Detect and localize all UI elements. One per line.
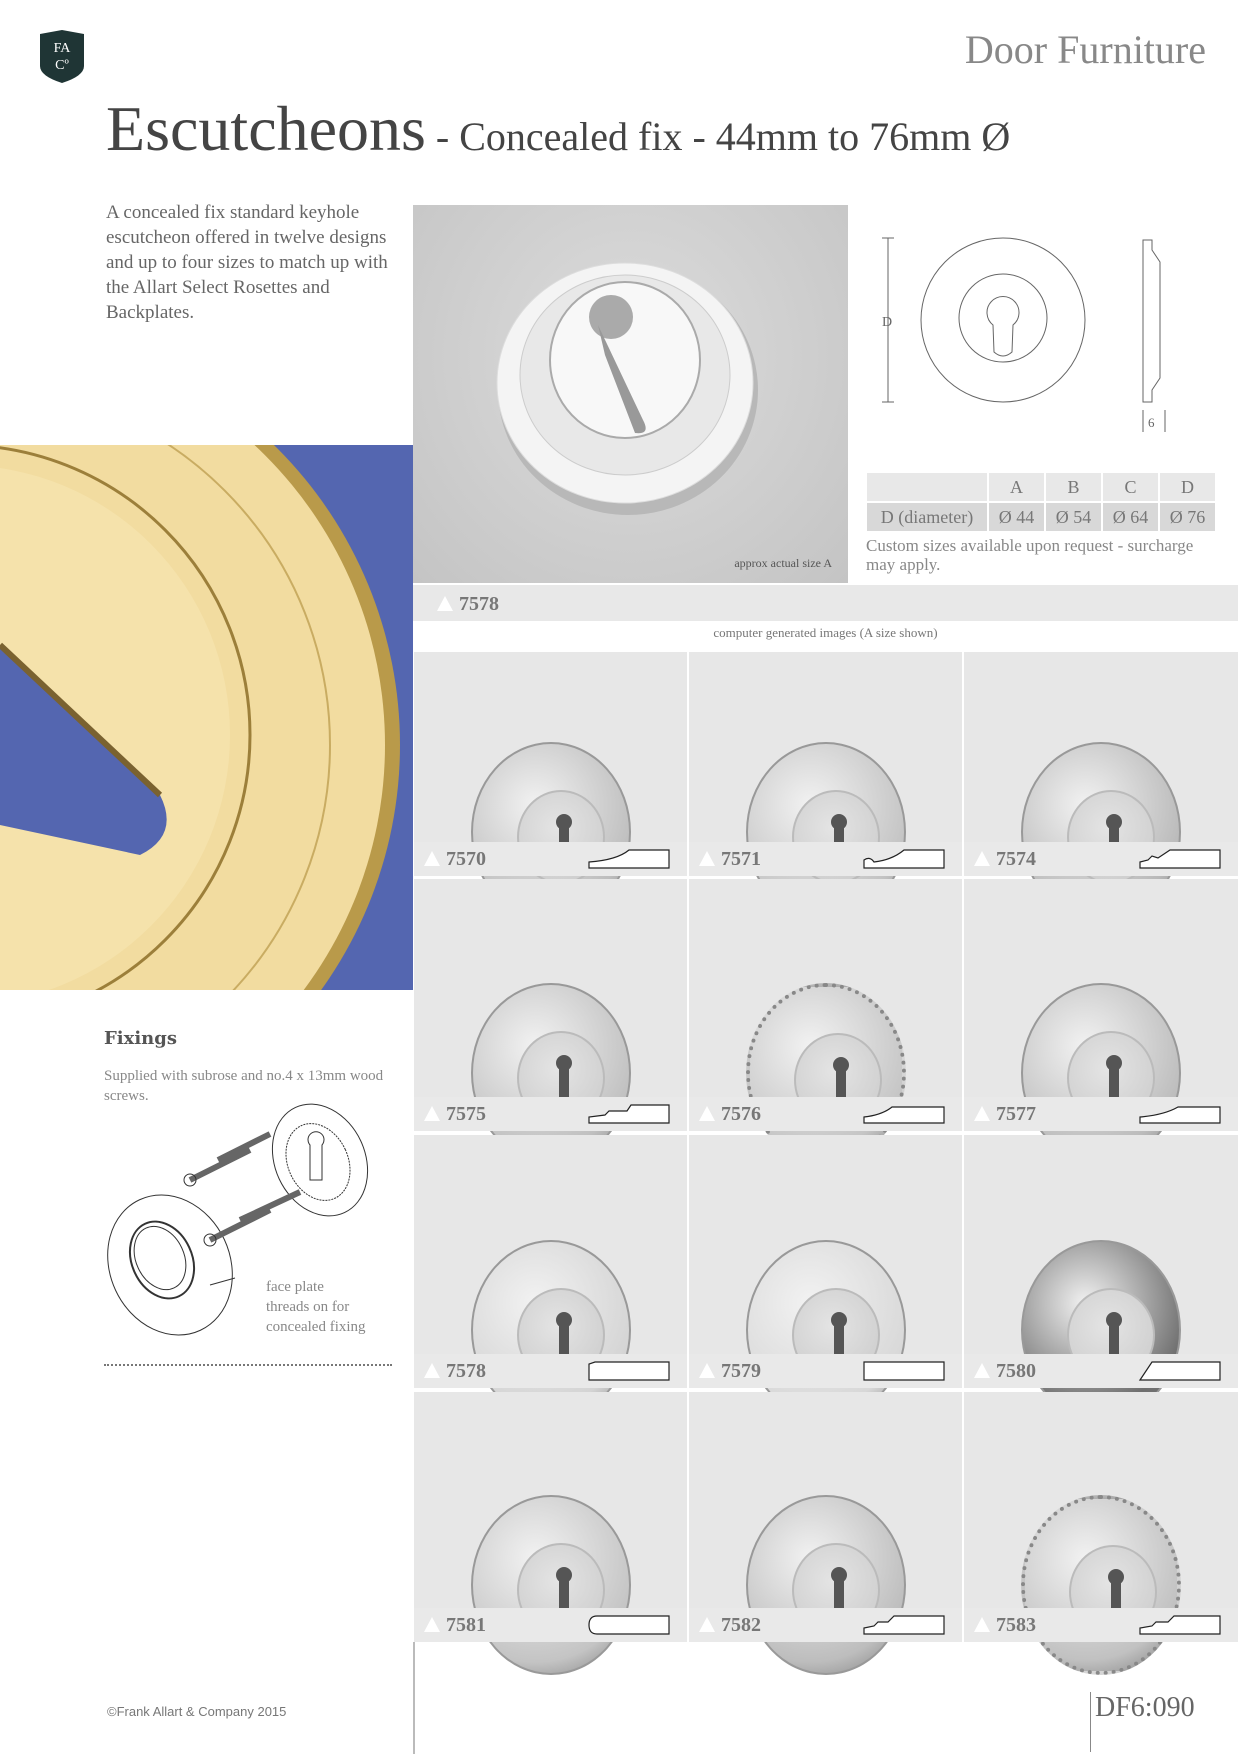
svg-text:FA: FA [54, 41, 72, 56]
product-label: 7579 [689, 1354, 962, 1388]
profile-icon [863, 1106, 945, 1124]
triangle-icon [424, 1363, 440, 1378]
product-cell-7577: 7577 [964, 879, 1238, 1163]
product-label: 7576 [689, 1097, 962, 1131]
product-label: 7581 [414, 1608, 687, 1642]
size-table: ABCD D (diameter) Ø 44 Ø 54 Ø 64 Ø 76 [865, 471, 1217, 533]
profile-icon [588, 1104, 670, 1124]
company-logo: FA Cº ® [40, 28, 88, 83]
column-divider [413, 1642, 415, 1754]
triangle-icon [699, 1106, 715, 1121]
product-code: 7570 [446, 848, 486, 870]
triangle-icon [437, 596, 453, 611]
copyright: ©Frank Allart & Company 2015 [107, 1704, 287, 1719]
product-cell-7582: 7582 [689, 1392, 962, 1675]
product-cell-7576: 7576 [689, 879, 962, 1163]
product-code: 7583 [996, 1614, 1036, 1636]
size-table-row: D (diameter) Ø 44 Ø 54 Ø 64 Ø 76 [867, 503, 1215, 531]
triangle-icon [424, 1106, 440, 1121]
hero-product-photo: approx actual size A [413, 205, 848, 583]
product-label: 7570 [414, 842, 687, 876]
triangle-icon [699, 1617, 715, 1632]
product-cell-7571: 7571 [689, 652, 962, 922]
fixings-heading: Fixings [104, 1028, 177, 1049]
product-label: 7571 [689, 842, 962, 876]
product-code: 7582 [721, 1614, 761, 1636]
product-code: 7577 [996, 1103, 1036, 1125]
brass-escutcheon-photo [0, 445, 413, 990]
custom-sizes-note: Custom sizes available upon request - su… [866, 536, 1194, 574]
product-cell-7578: 7578 [414, 1135, 687, 1420]
escutcheon-image [1021, 1495, 1181, 1675]
product-cell-7583: 7583 [964, 1392, 1238, 1675]
triangle-icon [699, 851, 715, 866]
product-label: 7574 [964, 842, 1238, 876]
triangle-icon [974, 1106, 990, 1121]
featured-product-bar: 7578 [413, 585, 1238, 621]
intro-text: A concealed fix standard keyhole escutch… [106, 202, 388, 323]
triangle-icon [974, 1617, 990, 1632]
profile-icon [588, 1615, 670, 1635]
page-number: DF6:090 [1090, 1692, 1195, 1752]
product-label: 7575 [414, 1097, 687, 1131]
fixings-callout: face plate threads on for concealed fixing [266, 1279, 366, 1335]
product-label: 7583 [964, 1608, 1238, 1642]
section-title: Door Furniture [964, 27, 1206, 72]
product-label: 7582 [689, 1608, 962, 1642]
product-code: 7580 [996, 1360, 1036, 1382]
cgi-caption: computer generated images (A size shown) [713, 625, 938, 640]
featured-code: 7578 [459, 593, 499, 615]
product-code: 7574 [996, 848, 1036, 870]
profile-icon [1138, 1361, 1221, 1381]
technical-drawing: D 6 [882, 237, 1166, 432]
profile-icon [1139, 849, 1221, 869]
triangle-icon [699, 1363, 715, 1378]
profile-icon [588, 849, 670, 869]
profile-icon [1139, 1106, 1221, 1124]
product-code: 7575 [446, 1103, 486, 1125]
product-cell-7581: 7581 [414, 1392, 687, 1675]
triangle-icon [974, 851, 990, 866]
svg-text:6: 6 [1148, 415, 1155, 430]
svg-text:®: ® [87, 28, 88, 37]
product-code: 7576 [721, 1103, 761, 1125]
product-cell-7575: 7575 [414, 879, 687, 1163]
product-label: 7578 [414, 1354, 687, 1388]
product-cell-7574: 7574 [964, 652, 1238, 922]
product-label: 7580 [964, 1354, 1238, 1388]
triangle-icon [424, 851, 440, 866]
hero-caption: approx actual size A [734, 556, 832, 570]
product-code: 7571 [721, 848, 761, 870]
escutcheon-image [470, 1495, 631, 1675]
product-code: 7578 [446, 1360, 486, 1382]
product-code: 7579 [721, 1360, 761, 1382]
product-code: 7581 [446, 1614, 486, 1636]
product-cell-7579: 7579 [689, 1135, 962, 1420]
page-title: Escutcheons - Concealed fix - 44mm to 76… [106, 93, 1011, 164]
dotted-divider [104, 1364, 392, 1366]
triangle-icon [424, 1617, 440, 1632]
profile-icon [863, 849, 945, 869]
profile-icon [1139, 1615, 1221, 1635]
profile-icon [863, 1361, 945, 1381]
escutcheon-image [745, 1495, 906, 1675]
profile-icon [588, 1361, 670, 1381]
product-label: 7577 [964, 1097, 1238, 1131]
profile-icon [863, 1615, 945, 1635]
svg-text:D: D [882, 315, 892, 330]
svg-text:Cº: Cº [55, 58, 69, 73]
product-cell-7580: 7580 [964, 1135, 1238, 1420]
size-table-header: ABCD [867, 473, 1215, 501]
product-cell-7570: 7570 [414, 652, 687, 922]
triangle-icon [974, 1363, 990, 1378]
